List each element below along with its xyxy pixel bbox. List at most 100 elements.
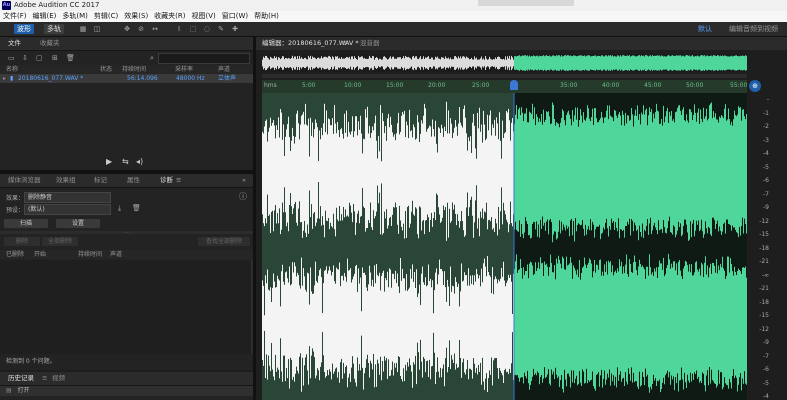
files-toolbar: ▭ ⇩ ▢ ⊞ 🗑 ⌕ — [0, 51, 253, 65]
delete-all-button[interactable]: 全部删除 — [42, 237, 78, 246]
waveform-overview[interactable] — [262, 54, 747, 72]
move-tool-icon[interactable]: ✥ — [122, 24, 132, 34]
time-selection-icon[interactable]: I — [174, 24, 184, 34]
tab-properties[interactable]: 属性 — [127, 174, 140, 187]
col-deleted[interactable]: 已删除 — [6, 250, 24, 259]
effect-select[interactable]: 删除静音 — [24, 192, 111, 203]
file-duration: 56:14.096 — [127, 75, 158, 82]
expand-arrow-icon[interactable]: ▸ — [3, 74, 6, 83]
divider-handle[interactable]: ···· — [0, 231, 253, 235]
playhead-marker[interactable] — [510, 80, 518, 90]
db-tick-label: -7 — [763, 352, 769, 360]
folder-icon[interactable]: ▭ — [8, 54, 15, 62]
menu-favorites[interactable]: 收藏夹(R) — [151, 11, 188, 22]
db-tick-label: -9 — [763, 339, 769, 346]
autoplay-icon[interactable]: ◂) — [136, 157, 143, 166]
overview-waveform-bars — [262, 55, 747, 71]
panel-expand-icon[interactable]: » — [242, 174, 246, 187]
scan-button[interactable]: 扫描 — [4, 219, 48, 228]
panel-menu-icon[interactable]: ≡ — [342, 37, 347, 50]
col-start[interactable]: 开始 — [34, 250, 46, 259]
workspace-edit-audio-to-video[interactable]: 编辑音频到视频 — [729, 24, 778, 34]
menu-clip[interactable]: 剪辑(C) — [91, 11, 121, 22]
col-channels[interactable]: 声道 — [218, 65, 230, 74]
ruler-tick-label: 25:00 — [472, 82, 490, 89]
menu-edit[interactable]: 编辑(E) — [30, 11, 60, 22]
col-duration[interactable]: 持续时间 — [122, 65, 146, 74]
spot-heal-icon[interactable]: ✚ — [230, 24, 240, 34]
find-delete-all-button[interactable]: 查找全部删除 — [198, 237, 250, 246]
info-icon[interactable]: ⓘ — [239, 191, 247, 202]
tab-diagnostics[interactable]: 诊断 — [160, 174, 173, 187]
marquee-icon[interactable]: ⬚ — [188, 24, 198, 34]
brush-icon[interactable]: ✎ — [216, 24, 226, 34]
col-name[interactable]: 名称 — [6, 65, 18, 74]
import-icon[interactable]: ⇩ — [22, 54, 28, 62]
col-diag-channels[interactable]: 声道 — [110, 250, 122, 259]
panel-splitter[interactable] — [253, 37, 256, 400]
tab-mixer[interactable]: 混音器 — [360, 37, 380, 50]
zoom-lock-icon[interactable]: ⊕ — [749, 80, 761, 92]
settings-button[interactable]: 设置 — [56, 219, 100, 228]
menu-file[interactable]: 文件(F) — [0, 11, 30, 22]
db-tick-label: -3 — [763, 136, 769, 144]
waveform-mode-button[interactable]: 波形 — [14, 24, 34, 34]
preset-select[interactable]: (默认) — [24, 204, 111, 215]
diagnostics-results-list[interactable] — [0, 260, 253, 354]
tab-history[interactable]: 历史记录 — [8, 372, 34, 385]
workspace-default[interactable]: 默认 — [698, 24, 712, 34]
panel-menu-icon[interactable]: ≡ — [42, 372, 47, 385]
delete-preset-icon[interactable]: 🗑 — [132, 204, 141, 212]
insert-icon[interactable]: ⊞ — [52, 54, 58, 62]
db-tick-label: -4 — [763, 393, 769, 400]
diagnostics-panel: 媒体浏览器 效果组 标记 属性 诊断 ≡ » 效果： 删除静音 ⓘ 预设： (默… — [0, 174, 253, 370]
pitch-icon[interactable]: ◫ — [92, 24, 102, 34]
ruler-tick-label: 35:00 — [560, 82, 578, 89]
wave-file-icon: ▮ — [10, 75, 14, 82]
time-ruler[interactable]: hms 5:00 10:00 15:00 20:00 25:00 35:00 40:00 45… — [262, 80, 747, 93]
trash-icon[interactable]: 🗑 — [66, 54, 75, 62]
file-sample-rate: 48000 Hz — [176, 75, 205, 82]
tab-favorites[interactable]: 收藏夹 — [40, 37, 60, 50]
panel-menu-icon[interactable]: ≡ — [176, 174, 181, 187]
menu-multitrack[interactable]: 多轨(M) — [59, 11, 91, 22]
multitrack-mode-button[interactable]: 多轨 — [44, 24, 64, 34]
loop-icon[interactable]: ⇆ — [122, 157, 129, 166]
col-diag-duration[interactable]: 持续时间 — [78, 250, 102, 259]
file-row[interactable]: ▸ ▮ 20180616_077.WAV * 56:14.096 48000 H… — [0, 74, 253, 83]
menu-view[interactable]: 视图(V) — [189, 11, 219, 22]
waveform-display[interactable] — [262, 93, 747, 400]
db-tick-label: -18 — [759, 298, 769, 306]
play-icon[interactable]: ▶ — [106, 157, 112, 166]
ruler-tick-label: 45:00 — [644, 82, 662, 89]
tab-video[interactable]: 视频 — [52, 372, 65, 385]
spectral-icon[interactable]: ▦ — [78, 24, 88, 34]
tab-files[interactable]: 文件 — [8, 37, 21, 50]
history-item[interactable]: ▤ 打开 — [0, 386, 253, 396]
col-status[interactable]: 状态 — [100, 65, 112, 74]
db-tick-label: -12 — [759, 217, 769, 225]
search-icon[interactable]: ⌕ — [150, 54, 154, 63]
menu-bar: 文件(F) 编辑(E) 多轨(M) 剪辑(C) 效果(S) 收藏夹(R) 视图(V) 窗口(W… — [0, 11, 787, 22]
slip-tool-icon[interactable]: ↔ — [150, 24, 160, 34]
menu-window[interactable]: 窗口(W) — [219, 11, 251, 22]
menu-help[interactable]: 帮助(H) — [251, 11, 282, 22]
lasso-icon[interactable]: ◌ — [202, 24, 212, 34]
panel-splitter-horizontal[interactable] — [0, 170, 253, 174]
search-input[interactable] — [158, 53, 250, 64]
db-tick-label: -15 — [759, 231, 769, 238]
razor-tool-icon[interactable]: ⊘ — [136, 24, 146, 34]
col-sample-rate[interactable]: 采样率 — [175, 65, 193, 74]
save-preset-icon[interactable]: ⤓ — [118, 204, 121, 213]
menu-effects[interactable]: 效果(S) — [121, 11, 151, 22]
ruler-tick-label: 50:00 — [686, 82, 704, 89]
new-file-icon[interactable]: ▢ — [36, 54, 43, 62]
tab-markers[interactable]: 标记 — [94, 174, 107, 187]
zoom-scrollbar[interactable] — [262, 74, 747, 78]
delete-button[interactable]: 删除 — [4, 237, 40, 246]
tab-effects-rack[interactable]: 效果组 — [56, 174, 76, 187]
ruler-tick-label: 10:00 — [344, 82, 362, 89]
title-bar-tab[interactable] — [478, 0, 574, 6]
history-panel-tabs: 历史记录 ≡ 视频 — [0, 372, 253, 386]
tab-media-browser[interactable]: 媒体浏览器 — [8, 174, 41, 187]
